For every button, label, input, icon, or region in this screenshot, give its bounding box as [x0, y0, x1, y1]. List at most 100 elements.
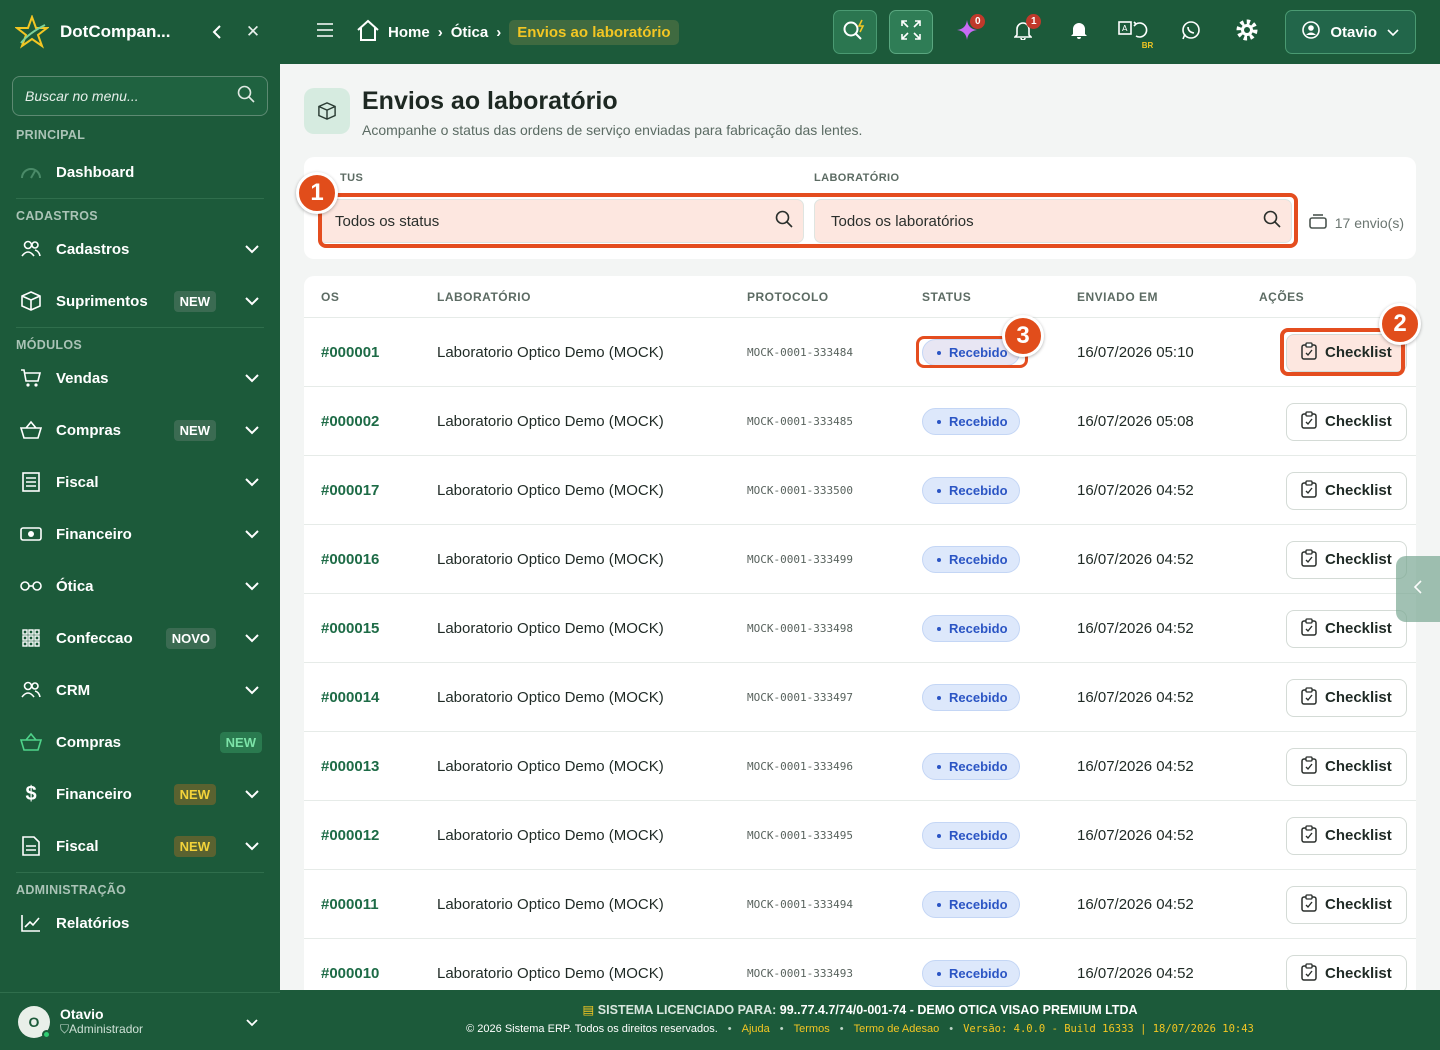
os-number[interactable]: #000015: [321, 594, 379, 663]
chevron-down-icon: [245, 374, 259, 383]
checklist-button[interactable]: Checklist: [1286, 471, 1407, 510]
sidebar-item-fiscal[interactable]: Fiscal: [0, 456, 280, 508]
section-administracao: ADMINISTRAÇÃO: [16, 883, 127, 897]
status-text: Recebido: [949, 690, 1008, 705]
search-icon: [237, 85, 255, 108]
top-actions: 0 1 A BR Otavio: [833, 10, 1416, 54]
os-number[interactable]: #000010: [321, 939, 379, 990]
table-row: #000002 Laboratorio Optico Demo (MOCK) MOC…: [304, 386, 1416, 455]
quick-search-button[interactable]: [833, 10, 878, 54]
sidebar-item-cadastros[interactable]: Cadastros: [0, 223, 280, 275]
status-cell: Recebido: [922, 525, 1020, 594]
chevron-down-icon: [245, 790, 259, 799]
help-link[interactable]: Ajuda: [742, 1023, 770, 1035]
language-button[interactable]: A BR: [1113, 10, 1157, 54]
status-cell: Recebido: [922, 870, 1020, 939]
breadcrumb-home[interactable]: Home: [388, 24, 430, 41]
chevron-down-icon: [245, 842, 259, 851]
sidebar-item-compras[interactable]: Compras NEW: [0, 404, 280, 456]
fullscreen-button[interactable]: [889, 10, 934, 54]
home-icon[interactable]: [356, 19, 380, 45]
os-number[interactable]: #000012: [321, 801, 379, 870]
collapse-sidebar-icon[interactable]: [204, 19, 230, 45]
new-badge: NOVO: [165, 627, 216, 649]
os-number[interactable]: #000016: [321, 525, 379, 594]
os-number[interactable]: #000017: [321, 456, 379, 525]
avatar-initial: O: [28, 1013, 40, 1030]
settings-button[interactable]: [1225, 10, 1269, 54]
shield-icon: ⛉: [60, 1022, 70, 1036]
os-number[interactable]: #000002: [321, 387, 379, 456]
terms-link[interactable]: Termos: [794, 1023, 830, 1035]
lab-name: Laboratorio Optico Demo (MOCK): [437, 689, 664, 706]
os-number[interactable]: #000014: [321, 663, 379, 732]
checklist-button[interactable]: Checklist: [1286, 678, 1407, 717]
sidebar-search[interactable]: [12, 76, 268, 116]
checklist-button[interactable]: Checklist: [1286, 885, 1407, 924]
close-icon[interactable]: ✕: [240, 19, 266, 45]
adesao-link[interactable]: Termo de Adesao: [854, 1023, 940, 1035]
sidebar-item-label: Financeiro: [56, 525, 132, 543]
checklist-button[interactable]: Checklist: [1286, 540, 1407, 579]
sidebar-item-suprimentos[interactable]: Suprimentos NEW: [0, 275, 280, 327]
os-number[interactable]: #000013: [321, 732, 379, 801]
chevron-down-icon: [245, 478, 259, 487]
shipment-count-text: 17 envio(s): [1334, 214, 1404, 231]
sidebar-item-label: Relatórios: [56, 914, 130, 932]
status-cell: Recebido: [922, 732, 1020, 801]
sidebar-search-input[interactable]: [25, 88, 237, 104]
user-menu-name: Otavio: [1330, 23, 1377, 41]
alerts-button[interactable]: [1057, 10, 1101, 54]
brand-name: DotCompan...: [60, 22, 171, 41]
sidebar-item-crm[interactable]: CRM: [0, 664, 280, 716]
sidebar-item-compras-2[interactable]: Compras NEW: [0, 716, 280, 768]
breadcrumb-otica[interactable]: Ótica: [451, 24, 489, 41]
svg-text:A: A: [1122, 24, 1128, 33]
sidebar-item-vendas[interactable]: Vendas: [0, 352, 280, 404]
filters-highlight-box: [318, 193, 1298, 248]
clipboard-icon: [1301, 548, 1317, 571]
checklist-button[interactable]: Checklist: [1286, 954, 1407, 990]
sidebar-item-relatorios[interactable]: Relatórios: [0, 897, 280, 949]
checklist-button[interactable]: Checklist: [1286, 816, 1407, 855]
page-title: Envios ao laboratório: [362, 87, 618, 115]
sidebar-item-label: Suprimentos: [56, 292, 148, 310]
new-badge: NEW: [173, 835, 216, 857]
sent-date: 16/07/2026 04:52: [1077, 965, 1194, 982]
sent-date: 16/07/2026 04:52: [1077, 689, 1194, 706]
sidebar-item-fiscal-2[interactable]: Fiscal NEW: [0, 820, 280, 872]
os-number[interactable]: #000011: [321, 870, 379, 939]
status-text: Recebido: [949, 828, 1008, 843]
status-dot: [937, 488, 941, 493]
status-dot: [937, 419, 941, 424]
sidebar-item-financeiro[interactable]: Financeiro: [0, 508, 280, 560]
sidebar-item-dashboard[interactable]: Dashboard: [0, 146, 280, 198]
whatsapp-button[interactable]: [1169, 10, 1213, 54]
sidebar-item-confeccao[interactable]: Confeccao NOVO: [0, 612, 280, 664]
sidebar-item-label: Fiscal: [56, 837, 99, 855]
gear-icon: [1234, 17, 1260, 48]
whatsapp-icon: [1181, 20, 1201, 45]
sidebar-item-otica[interactable]: Ótica: [0, 560, 280, 612]
breadcrumb-separator: ›: [437, 23, 443, 41]
status-cell: Recebido: [922, 801, 1020, 870]
os-number[interactable]: #000001: [321, 318, 379, 387]
table-row: #000013 Laboratorio Optico Demo (MOCK) MOC…: [304, 731, 1416, 800]
checklist-label: Checklist: [1325, 758, 1392, 775]
sidebar-item-financeiro-2[interactable]: $ Financeiro NEW: [0, 768, 280, 820]
sidebar-user[interactable]: O Otavio ⛉Administrador: [0, 992, 280, 1050]
chevron-down-icon: [245, 582, 259, 591]
ai-assistant-button[interactable]: 0: [945, 10, 989, 54]
clipboard-icon: [1301, 410, 1317, 433]
checklist-button[interactable]: Checklist: [1286, 402, 1407, 441]
notifications-button[interactable]: 1: [1001, 10, 1045, 54]
user-menu-button[interactable]: Otavio: [1285, 10, 1416, 54]
checklist-button[interactable]: Checklist: [1286, 609, 1407, 648]
col-header-status: STATUS: [922, 290, 972, 304]
status-text: Recebido: [949, 966, 1008, 981]
side-panel-toggle[interactable]: [1396, 556, 1440, 622]
checklist-button[interactable]: Checklist: [1286, 747, 1407, 786]
status-badge: Recebido: [922, 753, 1020, 780]
status-dot: [937, 557, 941, 562]
menu-icon[interactable]: [316, 22, 334, 42]
